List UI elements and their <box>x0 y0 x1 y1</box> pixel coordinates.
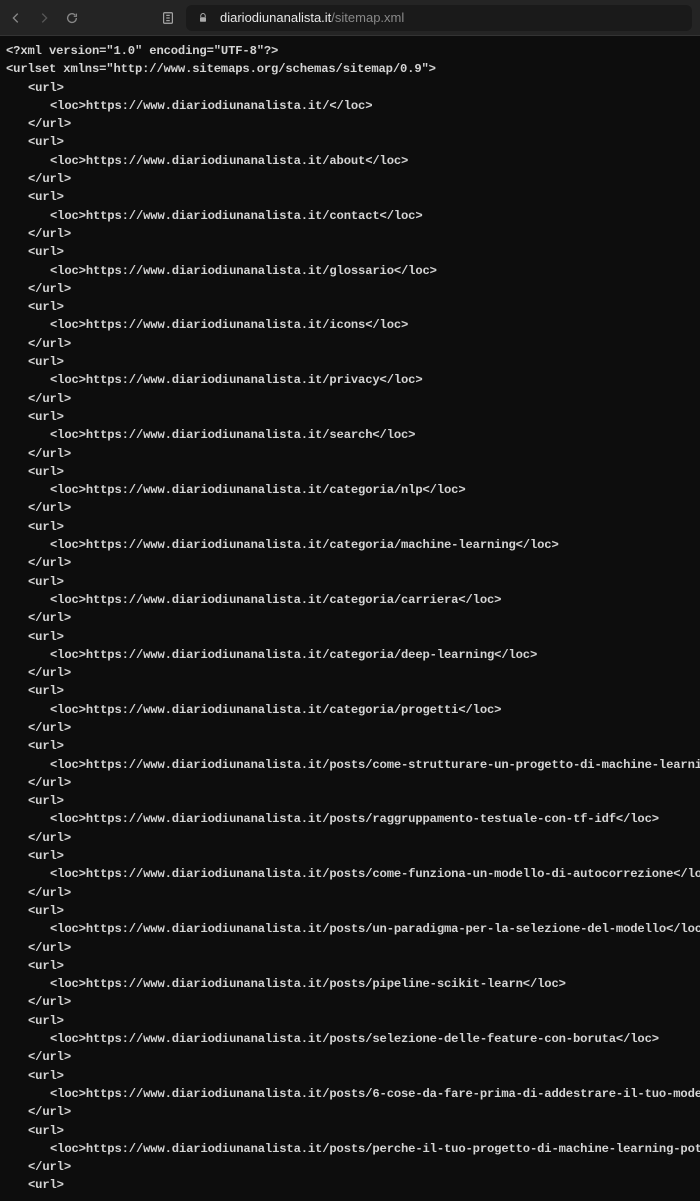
xml-line: <url> <box>28 243 694 261</box>
forward-icon[interactable] <box>36 10 52 26</box>
xml-line: <loc>https://www.diariodiunanalista.it/p… <box>50 975 694 993</box>
xml-line: <url> <box>28 79 694 97</box>
xml-line: </url> <box>28 664 694 682</box>
xml-line: </url> <box>28 1158 694 1176</box>
lock-icon <box>196 11 210 25</box>
xml-line: <loc>https://www.diariodiunanalista.it/p… <box>50 1085 694 1103</box>
xml-line: <url> <box>28 353 694 371</box>
xml-content: <?xml version="1.0" encoding="UTF-8"?><u… <box>0 36 700 1201</box>
xml-line: <loc>https://www.diariodiunanalista.it/p… <box>50 371 694 389</box>
xml-line: <url> <box>28 408 694 426</box>
xml-line: <url> <box>28 847 694 865</box>
xml-line: <loc>https://www.diariodiunanalista.it/p… <box>50 756 694 774</box>
xml-line: <loc>https://www.diariodiunanalista.it/i… <box>50 316 694 334</box>
xml-line: <loc>https://www.diariodiunanalista.it/s… <box>50 426 694 444</box>
xml-line: <url> <box>28 902 694 920</box>
xml-line: <loc>https://www.diariodiunanalista.it/p… <box>50 1140 694 1158</box>
url-text: diariodiunanalista.it/sitemap.xml <box>220 10 404 25</box>
nav-controls <box>8 10 80 26</box>
xml-line: <loc>https://www.diariodiunanalista.it/p… <box>50 810 694 828</box>
xml-line: <url> <box>28 518 694 536</box>
xml-line: <loc>https://www.diariodiunanalista.it/p… <box>50 865 694 883</box>
xml-line: </url> <box>28 1103 694 1121</box>
xml-line: <loc>https://www.diariodiunanalista.it/c… <box>50 536 694 554</box>
xml-line: </url> <box>28 829 694 847</box>
url-path: /sitemap.xml <box>331 10 404 25</box>
xml-line: </url> <box>28 884 694 902</box>
xml-line: <loc>https://www.diariodiunanalista.it/p… <box>50 920 694 938</box>
xml-line: <url> <box>28 1012 694 1030</box>
xml-line: <loc>https://www.diariodiunanalista.it/g… <box>50 262 694 280</box>
xml-line: <url> <box>28 1176 694 1194</box>
xml-line: <urlset xmlns="http://www.sitemaps.org/s… <box>6 60 694 78</box>
xml-line: </url> <box>28 335 694 353</box>
xml-line: <url> <box>28 1067 694 1085</box>
xml-line: <url> <box>28 682 694 700</box>
xml-line: <url> <box>28 1122 694 1140</box>
xml-line: <loc>https://www.diariodiunanalista.it/<… <box>50 97 694 115</box>
xml-line: <url> <box>28 792 694 810</box>
reader-icon[interactable] <box>160 10 176 26</box>
xml-line: <loc>https://www.diariodiunanalista.it/c… <box>50 481 694 499</box>
xml-line: </url> <box>28 499 694 517</box>
xml-line: <url> <box>28 628 694 646</box>
xml-line: </url> <box>28 719 694 737</box>
xml-line: <url> <box>28 957 694 975</box>
xml-line: </url> <box>28 774 694 792</box>
xml-line: </url> <box>28 445 694 463</box>
xml-line: <?xml version="1.0" encoding="UTF-8"?> <box>6 42 694 60</box>
xml-line: </url> <box>28 609 694 627</box>
xml-line: <url> <box>28 298 694 316</box>
xml-line: </url> <box>28 280 694 298</box>
xml-line: <url> <box>28 573 694 591</box>
xml-line: </url> <box>28 225 694 243</box>
reload-icon[interactable] <box>64 10 80 26</box>
browser-toolbar: diariodiunanalista.it/sitemap.xml <box>0 0 700 36</box>
xml-line: <loc>https://www.diariodiunanalista.it/p… <box>50 1030 694 1048</box>
xml-line: </url> <box>28 939 694 957</box>
back-icon[interactable] <box>8 10 24 26</box>
xml-line: <loc>https://www.diariodiunanalista.it/c… <box>50 591 694 609</box>
url-bar[interactable]: diariodiunanalista.it/sitemap.xml <box>186 5 692 31</box>
xml-line: </url> <box>28 1048 694 1066</box>
xml-line: <loc>https://www.diariodiunanalista.it/c… <box>50 207 694 225</box>
xml-line: <url> <box>28 133 694 151</box>
xml-line: </url> <box>28 993 694 1011</box>
xml-line: <loc>https://www.diariodiunanalista.it/a… <box>50 152 694 170</box>
xml-line: <loc>https://www.diariodiunanalista.it/c… <box>50 701 694 719</box>
xml-line: </url> <box>28 554 694 572</box>
url-domain: diariodiunanalista.it <box>220 10 331 25</box>
xml-line: <url> <box>28 188 694 206</box>
xml-line: <loc>https://www.diariodiunanalista.it/c… <box>50 646 694 664</box>
xml-line: </url> <box>28 170 694 188</box>
xml-line: </url> <box>28 390 694 408</box>
xml-line: </url> <box>28 115 694 133</box>
xml-line: <url> <box>28 737 694 755</box>
xml-line: <url> <box>28 463 694 481</box>
